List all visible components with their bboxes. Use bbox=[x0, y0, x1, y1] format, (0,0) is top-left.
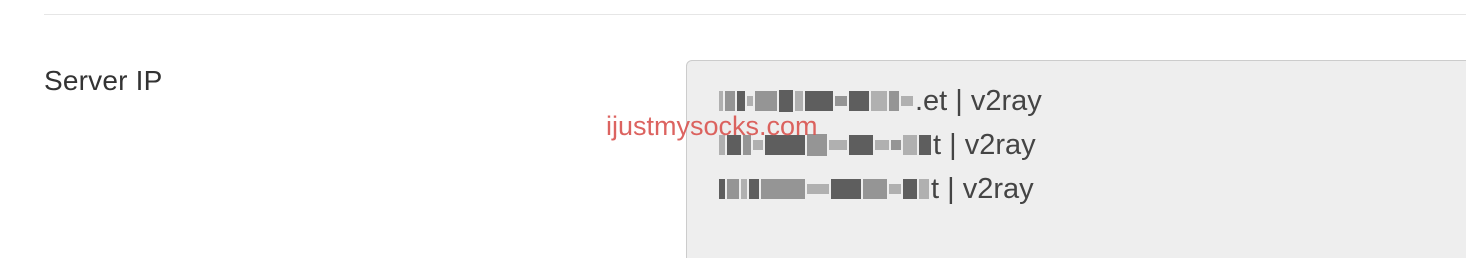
watermark-text: ijustmysocks.com bbox=[606, 111, 818, 141]
section-divider bbox=[44, 14, 1466, 15]
server-list-box[interactable]: .et | v2ray t | v2ray t | v2ray bbox=[686, 60, 1466, 258]
server-entry-3: t | v2ray bbox=[687, 167, 1466, 211]
server-entry-1-text: .et | v2ray bbox=[915, 84, 1042, 117]
server-ip-label: Server IP bbox=[44, 65, 163, 96]
redacted-hostname bbox=[719, 177, 929, 201]
server-entry-3-text: t | v2ray bbox=[931, 172, 1034, 205]
server-entry-2-text: t | v2ray bbox=[933, 128, 1036, 161]
